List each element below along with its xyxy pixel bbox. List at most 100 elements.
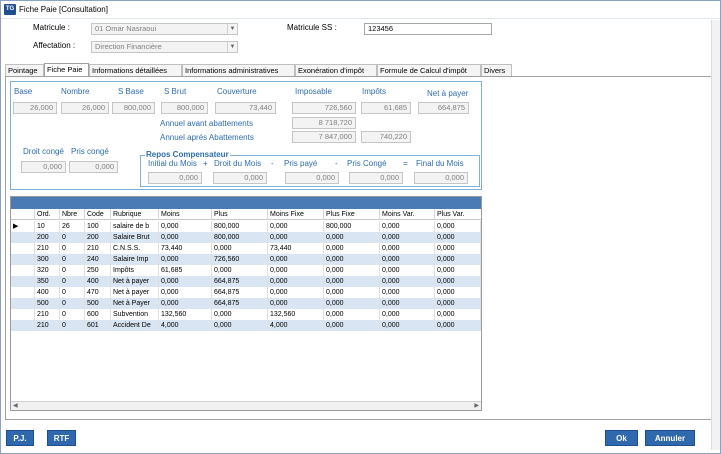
cell-moins-fixe[interactable]: 0,000 xyxy=(268,298,324,309)
cell-rubrique[interactable]: Salaire Brut xyxy=(111,232,159,243)
cell-ord[interactable]: 400 xyxy=(35,287,60,298)
cell-plus-var[interactable]: 0,000 xyxy=(435,265,481,276)
cell-plus-fixe[interactable]: 800,000 xyxy=(324,221,380,232)
cell-plus-var[interactable]: 0,000 xyxy=(435,287,481,298)
cell-plus-fixe[interactable]: 0,000 xyxy=(324,298,380,309)
cell-code[interactable]: 600 xyxy=(85,309,111,320)
affectation-combo[interactable]: Direction Financière ▼ xyxy=(91,41,238,53)
cell-moins-fixe[interactable]: 0,000 xyxy=(268,287,324,298)
column-header-moins[interactable]: Moins xyxy=(159,209,212,220)
cell-moins-fixe[interactable]: 0,000 xyxy=(268,276,324,287)
cell-moins[interactable]: 132,560 xyxy=(159,309,212,320)
matricule-ss-field[interactable]: 123456 xyxy=(364,23,492,35)
cell-nbre[interactable]: 0 xyxy=(60,298,85,309)
column-header-moins-fixe[interactable]: Moins Fixe xyxy=(268,209,324,220)
cell-plus-fixe[interactable]: 0,000 xyxy=(324,265,380,276)
cell-plus[interactable]: 726,560 xyxy=(212,254,268,265)
cell-nbre[interactable]: 0 xyxy=(60,265,85,276)
cell-ord[interactable]: 320 xyxy=(35,265,60,276)
cell-plus-var[interactable]: 0,000 xyxy=(435,309,481,320)
cell-plus[interactable]: 0,000 xyxy=(212,309,268,320)
cell-moins[interactable]: 0,000 xyxy=(159,287,212,298)
scroll-left-icon[interactable]: ◀ xyxy=(13,402,18,409)
cell-moins-var[interactable]: 0,000 xyxy=(380,221,435,232)
cell-rubrique[interactable]: Salaire Imp xyxy=(111,254,159,265)
cell-plus[interactable]: 800,000 xyxy=(212,232,268,243)
cell-code[interactable]: 400 xyxy=(85,276,111,287)
column-header-plus-var[interactable]: Plus Var. xyxy=(435,209,481,220)
cell-moins-var[interactable]: 0,000 xyxy=(380,265,435,276)
column-header-plus-fixe[interactable]: Plus Fixe xyxy=(324,209,380,220)
cell-code[interactable]: 500 xyxy=(85,298,111,309)
table-row[interactable]: 400 0 470 Net à payer 0,000 664,875 0,000 0,000… xyxy=(11,287,481,298)
cell-moins[interactable]: 0,000 xyxy=(159,232,212,243)
cell-plus[interactable]: 664,875 xyxy=(212,298,268,309)
cell-code[interactable]: 250 xyxy=(85,265,111,276)
cell-moins-var[interactable]: 0,000 xyxy=(380,287,435,298)
cell-moins-fixe[interactable]: 0,000 xyxy=(268,265,324,276)
cell-plus-fixe[interactable]: 0,000 xyxy=(324,276,380,287)
cell-moins-var[interactable]: 0,000 xyxy=(380,298,435,309)
table-row[interactable]: 200 0 200 Salaire Brut 0,000 800,000 0,000 0,00… xyxy=(11,232,481,243)
cell-moins-var[interactable]: 0,000 xyxy=(380,320,435,331)
cell-plus-fixe[interactable]: 0,000 xyxy=(324,243,380,254)
tab-informations-administratives[interactable]: Informations administratives xyxy=(182,64,295,76)
cell-plus-fixe[interactable]: 0,000 xyxy=(324,287,380,298)
cell-plus-var[interactable]: 0,000 xyxy=(435,276,481,287)
cell-code[interactable]: 210 xyxy=(85,243,111,254)
scroll-right-icon[interactable]: ▶ xyxy=(474,402,479,409)
cell-nbre[interactable]: 0 xyxy=(60,243,85,254)
cell-moins-fixe[interactable]: 73,440 xyxy=(268,243,324,254)
cell-nbre[interactable]: 0 xyxy=(60,287,85,298)
cell-rubrique[interactable]: Net à Payer xyxy=(111,298,159,309)
tab-informations-detaillees[interactable]: Informations détaillées xyxy=(89,64,182,76)
table-row[interactable]: 210 0 601 Accident De 4,000 0,000 4,000 0,000 0,… xyxy=(11,320,481,331)
table-row[interactable]: 210 0 600 Subvention 132,560 0,000 132,560 0,00… xyxy=(11,309,481,320)
cell-moins[interactable]: 0,000 xyxy=(159,221,212,232)
column-header-nbre[interactable]: Nbre xyxy=(60,209,85,220)
cell-nbre[interactable]: 0 xyxy=(60,309,85,320)
cell-plus[interactable]: 0,000 xyxy=(212,320,268,331)
cell-plus[interactable]: 0,000 xyxy=(212,265,268,276)
cell-moins-fixe[interactable]: 0,000 xyxy=(268,221,324,232)
cell-ord[interactable]: 210 xyxy=(35,243,60,254)
cell-ord[interactable]: 200 xyxy=(35,232,60,243)
cell-plus-var[interactable]: 0,000 xyxy=(435,243,481,254)
cell-plus-fixe[interactable]: 0,000 xyxy=(324,320,380,331)
table-row[interactable]: 210 0 210 C.N.S.S. 73,440 0,000 73,440 0,000 0,0… xyxy=(11,243,481,254)
cell-rubrique[interactable]: Subvention xyxy=(111,309,159,320)
rubriques-grid[interactable]: Ord. Nbre Code Rubrique Moins Plus Moins… xyxy=(10,196,482,411)
rtf-button[interactable]: RTF xyxy=(47,430,76,446)
tab-divers[interactable]: Divers xyxy=(481,64,512,76)
cell-moins[interactable]: 4,000 xyxy=(159,320,212,331)
cell-plus-var[interactable]: 0,000 xyxy=(435,320,481,331)
cell-moins-var[interactable]: 0,000 xyxy=(380,243,435,254)
cell-plus[interactable]: 664,875 xyxy=(212,276,268,287)
cell-nbre[interactable]: 0 xyxy=(60,276,85,287)
horizontal-scrollbar[interactable]: ◀ ▶ xyxy=(11,401,481,410)
cell-ord[interactable]: 210 xyxy=(35,320,60,331)
chevron-down-icon[interactable]: ▼ xyxy=(227,42,237,52)
annuler-button[interactable]: Annuler xyxy=(645,430,695,446)
cell-ord[interactable]: 210 xyxy=(35,309,60,320)
cell-ord[interactable]: 350 xyxy=(35,276,60,287)
vertical-scrollbar[interactable] xyxy=(711,20,720,450)
cell-moins[interactable]: 73,440 xyxy=(159,243,212,254)
table-row[interactable]: 350 0 400 Net à payer 0,000 664,875 0,000 0,000… xyxy=(11,276,481,287)
cell-plus-fixe[interactable]: 0,000 xyxy=(324,254,380,265)
matricule-combo[interactable]: 01 Omar Nasraoui ▼ xyxy=(91,23,238,35)
cell-ord[interactable]: 500 xyxy=(35,298,60,309)
column-header-ord[interactable]: Ord. xyxy=(35,209,60,220)
cell-code[interactable]: 100 xyxy=(85,221,111,232)
table-row[interactable]: 320 0 250 Impôts 61,685 0,000 0,000 0,000 0,000 0… xyxy=(11,265,481,276)
cell-moins-fixe[interactable]: 0,000 xyxy=(268,254,324,265)
table-row[interactable]: ▶ 10 26 100 salaire de b 0,000 800,000 0,000 800… xyxy=(11,221,481,232)
cell-nbre[interactable]: 0 xyxy=(60,254,85,265)
cell-plus-fixe[interactable]: 0,000 xyxy=(324,232,380,243)
cell-rubrique[interactable]: Net à payer xyxy=(111,287,159,298)
cell-moins-fixe[interactable]: 4,000 xyxy=(268,320,324,331)
tab-fiche-paie[interactable]: Fiche Paie xyxy=(44,63,89,76)
cell-moins-fixe[interactable]: 0,000 xyxy=(268,232,324,243)
cell-ord[interactable]: 300 xyxy=(35,254,60,265)
cell-plus-var[interactable]: 0,000 xyxy=(435,298,481,309)
